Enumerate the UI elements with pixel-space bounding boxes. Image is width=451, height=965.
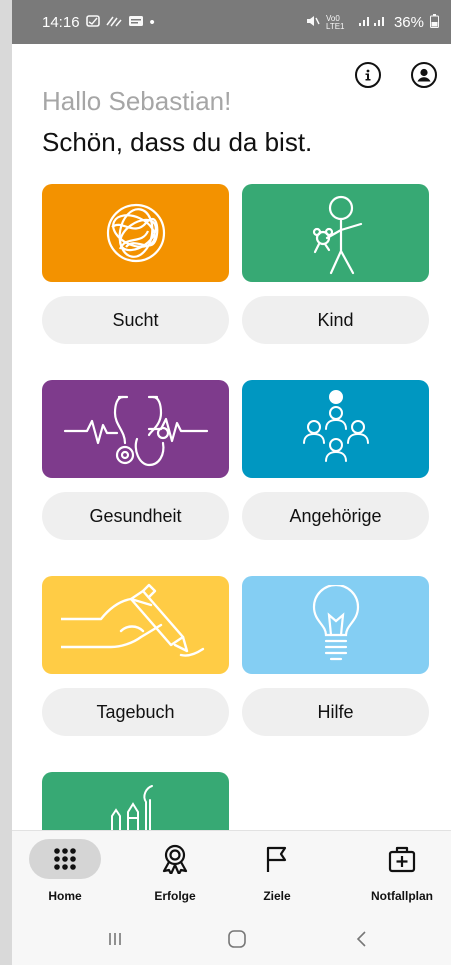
tile-hilfe-button[interactable]: Hilfe xyxy=(242,688,429,736)
tile-angehoerige-button[interactable]: Angehörige xyxy=(242,492,429,540)
tangle-icon xyxy=(106,203,165,263)
award-icon xyxy=(162,844,188,874)
system-navigation xyxy=(12,912,451,965)
battery-icon xyxy=(430,14,439,31)
info-icon[interactable] xyxy=(355,62,381,88)
profile-icon[interactable] xyxy=(411,62,437,88)
writing-hand-icon xyxy=(60,583,204,657)
back-icon xyxy=(356,931,366,947)
back-button[interactable] xyxy=(347,924,377,954)
mute-icon xyxy=(306,15,320,30)
flag-icon xyxy=(266,846,287,872)
status-bar: 14:16 • Vo0 LTE1 36% xyxy=(12,0,451,44)
tile-kind-button[interactable]: Kind xyxy=(242,296,429,344)
recents-icon xyxy=(109,933,121,945)
tile-sucht-button[interactable]: Sucht xyxy=(42,296,229,344)
battery-percent: 36% xyxy=(393,14,424,31)
app-screen: 14:16 • Vo0 LTE1 36% Hallo Sebastian! Sc… xyxy=(12,0,451,965)
signal-icon xyxy=(358,15,388,30)
tile-gesundheit-button[interactable]: Gesundheit xyxy=(42,492,229,540)
volte-label: Vo0 LTE1 xyxy=(325,13,345,31)
tile-tagebuch[interactable] xyxy=(42,576,229,674)
first-aid-icon xyxy=(388,846,416,873)
tile-angehoerige-label: Angehörige xyxy=(289,505,382,526)
bottom-navigation: Home Erfolge Ziele Notfallplan xyxy=(12,830,451,913)
tile-sucht-label: Sucht xyxy=(112,309,159,330)
notification-icon xyxy=(85,15,100,30)
nav-home[interactable]: Home xyxy=(20,839,110,903)
home-button[interactable] xyxy=(222,924,252,954)
tile-tagebuch-button[interactable]: Tagebuch xyxy=(42,688,229,736)
tile-sucht[interactable] xyxy=(42,184,229,282)
greeting-text: Hallo Sebastian! xyxy=(42,86,232,116)
wifi-calling-icon xyxy=(105,15,122,30)
status-dot: • xyxy=(149,14,155,31)
nav-ziele[interactable]: Ziele xyxy=(232,839,322,903)
recents-button[interactable] xyxy=(100,924,130,954)
tile-gesundheit-label: Gesundheit xyxy=(89,505,182,526)
nav-erfolge[interactable]: Erfolge xyxy=(130,839,220,903)
nav-ziele-label: Ziele xyxy=(263,889,291,903)
child-icon xyxy=(312,195,362,275)
nav-notfallplan[interactable]: Notfallplan xyxy=(357,839,447,903)
tile-kind[interactable] xyxy=(242,184,429,282)
tile-gesundheit[interactable] xyxy=(42,380,229,478)
welcome-text: Schön, dass du da bist. xyxy=(42,127,313,157)
tile-hilfe[interactable] xyxy=(242,576,429,674)
group-icon xyxy=(302,390,369,462)
system-home-icon xyxy=(228,930,246,948)
lightbulb-icon xyxy=(312,585,359,661)
nav-home-label: Home xyxy=(48,889,82,903)
nav-notfallplan-label: Notfallplan xyxy=(371,889,433,903)
status-time: 14:16 xyxy=(42,14,80,31)
tile-hilfe-label: Hilfe xyxy=(317,701,354,722)
tile-tagebuch-label: Tagebuch xyxy=(96,701,175,722)
home-grid-icon xyxy=(54,848,76,870)
nav-erfolge-label: Erfolge xyxy=(154,889,196,903)
stethoscope-icon xyxy=(63,395,208,467)
tile-angehoerige[interactable] xyxy=(242,380,429,478)
tile-kind-label: Kind xyxy=(317,309,354,330)
message-icon xyxy=(128,15,144,30)
